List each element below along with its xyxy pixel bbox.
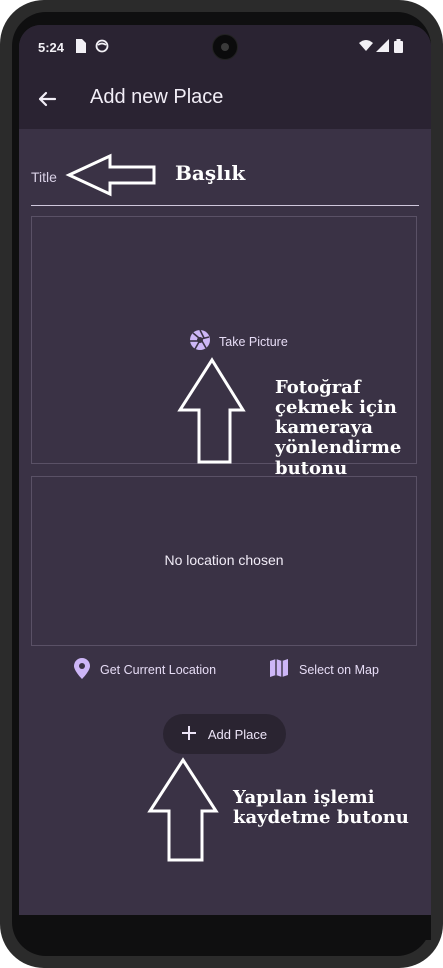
face-notification-icon (95, 39, 109, 53)
image-preview-box: Take Picture (31, 216, 417, 464)
get-current-location-button[interactable]: Get Current Location (74, 657, 216, 683)
sim-card-icon (74, 39, 88, 53)
add-place-form: Title Take Picture No location chosen Ge… (19, 129, 431, 940)
app-bar: Add new Place (19, 69, 431, 129)
get-current-location-label: Get Current Location (100, 663, 217, 677)
signal-icon (376, 39, 390, 53)
battery-icon (394, 39, 408, 53)
app-screen: 5:24 Add new Place Title Take Picture No… (19, 25, 431, 940)
map-icon (269, 658, 289, 682)
title-input[interactable]: Title (31, 159, 419, 206)
select-on-map-button[interactable]: Select on Map (269, 657, 379, 683)
location-preview-box: No location chosen (31, 476, 417, 646)
take-picture-button[interactable]: Take Picture (189, 329, 288, 355)
status-time: 5:24 (38, 40, 65, 55)
plus-icon (181, 725, 196, 744)
bottom-bezel (19, 915, 431, 940)
take-picture-label: Take Picture (219, 335, 288, 349)
front-camera (212, 34, 238, 60)
camera-aperture-icon (189, 329, 211, 355)
page-title: Add new Place (90, 86, 224, 108)
wifi-icon (359, 39, 373, 53)
select-on-map-label: Select on Map (299, 663, 379, 677)
back-arrow-icon[interactable] (35, 87, 59, 111)
location-pin-icon (74, 657, 90, 683)
add-place-button[interactable]: Add Place (163, 714, 286, 754)
no-location-text: No location chosen (164, 552, 284, 568)
title-input-placeholder: Title (31, 169, 57, 185)
status-bar: 5:24 (19, 25, 431, 69)
add-place-label: Add Place (207, 726, 268, 742)
